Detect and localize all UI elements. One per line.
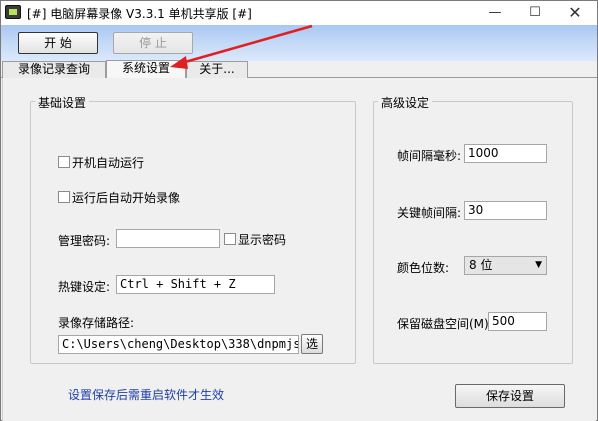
tab-record-query[interactable]: 录像记录查询 xyxy=(2,61,106,78)
basic-settings-title: 基础设置 xyxy=(35,94,90,111)
close-button[interactable]: ✕ xyxy=(555,1,595,25)
tab-about[interactable]: 关于... xyxy=(186,61,248,78)
basic-settings-group: 基础设置 开机自动运行 运行后自动开始录像 管理密码: 显示密码 热键设定: C… xyxy=(30,94,356,364)
advanced-settings-group: 高级设定 帧间隔毫秒: 1000 关键帧间隔: 30 颜色位数: 8 位 ▼ 保… xyxy=(373,94,573,364)
autorecord-checkbox[interactable] xyxy=(58,191,70,203)
minimize-button[interactable]: — xyxy=(475,1,515,25)
hotkey-label: 热键设定: xyxy=(58,280,111,294)
storage-path-label: 录像存储路径: xyxy=(58,316,135,330)
browse-button[interactable]: 选 xyxy=(301,334,323,354)
password-input[interactable] xyxy=(116,229,220,248)
restart-note: 设置保存后需重启软件才生效 xyxy=(68,388,225,402)
stop-button[interactable]: 停 止 xyxy=(113,32,193,54)
save-settings-button[interactable]: 保存设置 xyxy=(455,384,565,408)
advanced-settings-title: 高级设定 xyxy=(378,94,433,111)
recorder-app-icon xyxy=(5,5,21,19)
storage-path-input[interactable]: C:\Users\cheng\Desktop\338\dnpmjs-v3.3. xyxy=(58,335,299,354)
keyframe-interval-input[interactable]: 30 xyxy=(464,201,547,220)
dropdown-arrow-icon: ▼ xyxy=(535,260,542,270)
settings-panel: 基础设置 开机自动运行 运行后自动开始录像 管理密码: 显示密码 热键设定: C… xyxy=(2,78,596,421)
autostart-label: 开机自动运行 xyxy=(72,156,145,170)
color-depth-label: 颜色位数: xyxy=(397,261,450,275)
window-title: [#] 电脑屏幕录像 V3.3.1 单机共享版 [#] xyxy=(27,7,252,21)
tab-system-settings[interactable]: 系统设置 xyxy=(106,60,186,78)
disk-reserve-label: 保留磁盘空间(M): xyxy=(397,317,493,331)
frame-interval-input[interactable]: 1000 xyxy=(464,144,547,163)
show-password-checkbox[interactable] xyxy=(224,233,236,245)
title-bar: [#] 电脑屏幕录像 V3.3.1 单机共享版 [#] — ☐ ✕ xyxy=(1,1,597,25)
color-depth-select[interactable]: 8 位 ▼ xyxy=(464,256,547,275)
autostart-checkbox[interactable] xyxy=(58,156,70,168)
show-password-label: 显示密码 xyxy=(238,233,287,247)
frame-interval-label: 帧间隔毫秒: xyxy=(397,149,462,163)
disk-reserve-input[interactable]: 500 xyxy=(488,312,547,331)
hotkey-input[interactable]: Ctrl + Shift + Z xyxy=(116,275,275,294)
autorecord-label: 运行后自动开始录像 xyxy=(72,191,181,205)
color-depth-value: 8 位 xyxy=(469,258,493,272)
maximize-button[interactable]: ☐ xyxy=(515,1,555,25)
start-button[interactable]: 开 始 xyxy=(18,32,98,54)
toolbar: 开 始 停 止 xyxy=(1,25,597,61)
app-window: [#] 电脑屏幕录像 V3.3.1 单机共享版 [#] — ☐ ✕ 开 始 停 … xyxy=(0,0,598,421)
tab-bar: 录像记录查询 系统设置 关于... xyxy=(1,60,597,78)
keyframe-interval-label: 关键帧间隔: xyxy=(397,206,462,220)
password-label: 管理密码: xyxy=(58,234,111,248)
